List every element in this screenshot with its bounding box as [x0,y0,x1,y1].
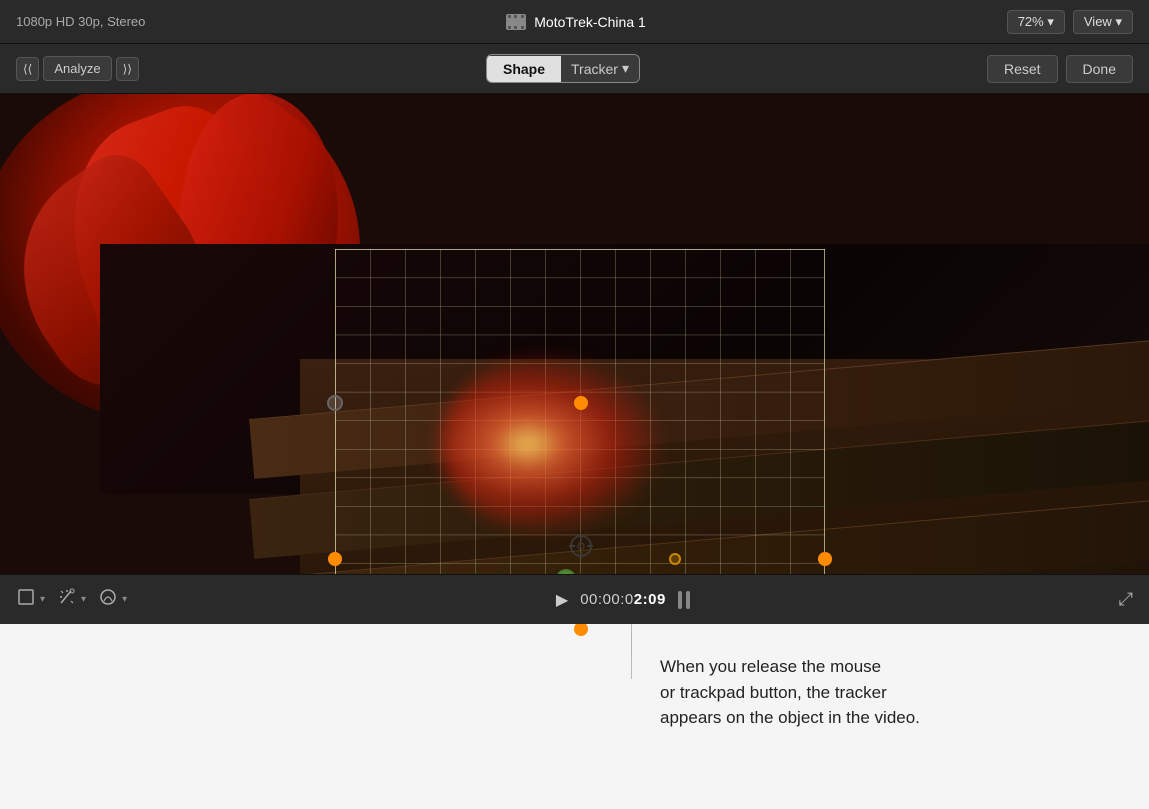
crop-chevron: ▾ [40,594,45,605]
timecode-prefix: 00:00:0 [580,591,634,608]
timecode-display: 00:00:02:09 [580,591,666,608]
reset-button[interactable]: Reset [987,55,1058,83]
tracker-vertical-line [631,629,632,659]
meter-chevron: ▾ [122,594,127,605]
meter-tool[interactable]: ▾ [98,587,127,612]
done-button[interactable]: Done [1066,55,1133,83]
annotation-text: When you release the mouse or trackpad b… [660,644,920,731]
crosshair[interactable] [567,532,595,565]
shape-tracker-tabs: Shape Tracker ▾ [486,54,640,83]
analyze-group: ⟨⟨ Analyze ⟩⟩ [16,56,139,81]
film-icon [506,14,526,30]
title-group: MotoTrek-China 1 [506,14,646,30]
attach-point[interactable] [669,553,681,565]
meter-icon [98,587,118,612]
timecode-current: 2:09 [634,591,666,608]
play-button[interactable]: ▶ [556,590,568,610]
top-bar: 1080p HD 30p, Stereo MotoTrek-China 1 72… [0,0,1149,44]
handle-top-left[interactable] [327,395,343,411]
shape-tab[interactable]: Shape [487,56,561,82]
pause-bar-2 [686,591,690,609]
skip-forward-button[interactable]: ⟩⟩ [116,57,139,81]
analyze-button[interactable]: Analyze [43,56,111,81]
magic-icon [57,587,77,612]
skip-back-button[interactable]: ⟨⟨ [16,57,39,81]
magic-tool[interactable]: ▾ [57,587,86,612]
crop-tool[interactable]: ▾ [16,587,45,612]
magic-chevron: ▾ [81,594,86,605]
tracker-tab[interactable]: Tracker ▾ [561,55,639,82]
handle-right-middle[interactable] [818,552,832,566]
tracker-glow [440,354,660,534]
playback-bar: ▾ ▾ ▾ ▶ 00:00:02:09 ⤢ [0,574,1149,624]
pause-button[interactable] [678,591,690,609]
action-buttons: Reset Done [987,55,1133,83]
zoom-button[interactable]: 72% ▾ [1007,10,1065,34]
viewer-toolbar: ⟨⟨ Analyze ⟩⟩ Shape Tracker ▾ Reset Done [0,44,1149,94]
handle-bottom-center[interactable] [574,622,588,636]
fullscreen-button[interactable]: ⤢ [1119,589,1133,610]
pause-bar-1 [678,591,682,609]
view-button[interactable]: View ▾ [1073,10,1133,34]
crop-icon [16,587,36,612]
handle-left-middle[interactable] [328,552,342,566]
view-controls: 72% ▾ View ▾ [1007,10,1133,34]
annotation-area: When you release the mouse or trackpad b… [0,624,1149,809]
quality-label: 1080p HD 30p, Stereo [16,14,145,29]
video-title: MotoTrek-China 1 [534,14,646,30]
handle-top-center[interactable] [574,396,588,410]
